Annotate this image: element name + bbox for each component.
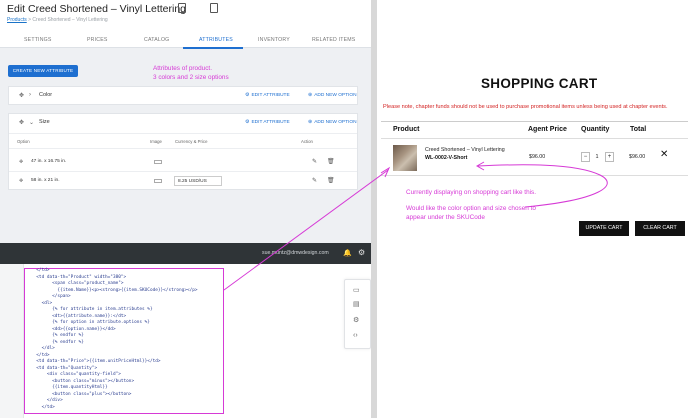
admin-panel: Edit Creed Shortened – Vinyl Lettering P… <box>0 0 371 243</box>
option-name: 58 in. x 21 in. <box>31 178 60 183</box>
annotation-line: Would like the color option and size cho… <box>406 205 536 212</box>
product-thumbnail[interactable] <box>393 145 417 171</box>
tab-settings[interactable]: SETTINGS <box>24 37 52 43</box>
attribute-header[interactable]: ✥ › Color ⚙ EDIT ATTRIBUTE ⊕ ADD NEW OPTIO… <box>9 87 357 104</box>
column-header-product: Product <box>393 126 420 133</box>
breadcrumb-link-products[interactable]: Products <box>7 17 27 23</box>
drag-handle-icon[interactable]: ✥ <box>19 119 24 126</box>
table-border <box>381 121 688 122</box>
chevron-right-icon[interactable]: › <box>29 92 31 98</box>
remove-item-icon[interactable]: ✕ <box>660 149 668 160</box>
edit-attribute-button[interactable]: ⚙ EDIT ATTRIBUTE <box>245 119 290 125</box>
gear-icon: ⚙ <box>245 119 250 125</box>
chevron-down-icon[interactable]: ⌄ <box>29 119 34 126</box>
table-border <box>381 138 688 139</box>
tab-related-items[interactable]: RELATED ITEMS <box>312 37 355 43</box>
cart-title: SHOPPING CART <box>481 76 598 91</box>
attribute-name: Color <box>39 92 53 98</box>
divider <box>9 133 357 134</box>
cart-annotation: Currently displaying on shopping cart li… <box>406 188 536 222</box>
edit-icon[interactable] <box>210 3 218 13</box>
annotation-line: Attributes of product. <box>153 65 212 72</box>
plus-circle-icon: ⊕ <box>308 119 313 125</box>
code-line: </td> <box>31 404 55 410</box>
breadcrumb: Products > Creed Shortened – Vinyl Lette… <box>7 17 108 23</box>
page-title: Edit Creed Shortened – Vinyl Lettering <box>7 3 187 15</box>
divider <box>9 171 357 172</box>
product-sku: WL-0002-V-Short <box>425 155 468 161</box>
agent-price: $96.00 <box>529 154 546 160</box>
trash-icon[interactable]: 🗑 <box>327 158 335 165</box>
line-total: $96.00 <box>629 154 646 160</box>
pencil-icon[interactable]: ✎ <box>312 158 317 165</box>
trash-icon[interactable]: 🗑 <box>327 177 335 184</box>
code-block[interactable]: </td> <td data-th="Product" width="380">… <box>31 268 226 411</box>
floating-toolbar: ▭ ▤ ⚙ ‹› <box>344 279 371 349</box>
image-placeholder-icon[interactable] <box>154 160 162 164</box>
tab-prices[interactable]: PRICES <box>87 37 108 43</box>
create-attribute-button[interactable]: CREATE NEW ATTRIBUTE <box>8 65 78 77</box>
duplicate-icon[interactable] <box>178 3 186 13</box>
cart-warning: Please note, chapter funds should not be… <box>383 104 668 110</box>
clear-cart-button[interactable]: CLEAR CART <box>635 221 685 236</box>
column-header-image: Image <box>150 139 162 144</box>
files-icon[interactable]: ▤ <box>353 300 360 308</box>
plus-circle-icon: ⊕ <box>308 92 313 98</box>
column-header-total: Total <box>630 126 647 133</box>
drag-handle-icon[interactable]: ✥ <box>19 92 24 99</box>
gear-icon[interactable]: ⚙ <box>358 248 365 257</box>
column-header-option: Option <box>17 139 30 144</box>
divider <box>9 148 357 149</box>
add-option-button[interactable]: ⊕ ADD NEW OPTION <box>308 119 357 125</box>
attributes-annotation: Attributes of product. 3 colors and 2 si… <box>153 64 229 82</box>
attribute-header[interactable]: ✥ ⌄ Size ⚙ EDIT ATTRIBUTE ⊕ ADD NEW OPTION <box>9 114 357 131</box>
quantity-value[interactable]: 1 <box>593 154 601 160</box>
tab-inventory[interactable]: INVENTORY <box>258 37 290 43</box>
pencil-icon[interactable]: ✎ <box>312 177 317 184</box>
product-name[interactable]: Creed Shortened – Vinyl Lettering <box>425 147 505 153</box>
line-gutter <box>0 264 24 418</box>
add-option-button[interactable]: ⊕ ADD NEW OPTION <box>308 92 357 98</box>
editor-top-bar: sue.muntz@dmwdesign.com 🔔 ⚙ <box>0 243 371 264</box>
gear-icon: ⚙ <box>245 92 250 98</box>
code-icon[interactable]: ‹› <box>353 332 358 339</box>
table-border <box>381 175 688 176</box>
column-header-price: Currency & Price <box>175 139 208 144</box>
edit-attribute-button[interactable]: ⚙ EDIT ATTRIBUTE <box>245 92 290 98</box>
drag-handle-icon[interactable]: ✥ <box>19 178 23 184</box>
column-header-agent-price: Agent Price <box>528 126 567 133</box>
annotation-line: appear under the SKUCode <box>406 214 485 221</box>
price-input[interactable]: 8.25 USD/US <box>174 176 222 186</box>
quantity-increment-button[interactable]: + <box>605 152 614 162</box>
update-cart-button[interactable]: UPDATE CART <box>579 221 629 236</box>
code-editor: sue.muntz@dmwdesign.com 🔔 ⚙ </td> <td da… <box>0 243 371 418</box>
attribute-card-size: ✥ ⌄ Size ⚙ EDIT ATTRIBUTE ⊕ ADD NEW OPTION… <box>8 113 358 190</box>
image-placeholder-icon[interactable] <box>154 179 162 183</box>
user-email: sue.muntz@dmwdesign.com <box>262 250 329 256</box>
column-header-quantity: Quantity <box>581 126 610 133</box>
quantity-decrement-button[interactable]: − <box>581 152 590 162</box>
attribute-card-color: ✥ › Color ⚙ EDIT ATTRIBUTE ⊕ ADD NEW OPTIO… <box>8 86 358 105</box>
annotation-spacer <box>406 197 536 204</box>
annotation-line: 3 colors and 2 size options <box>153 74 229 81</box>
gear-icon[interactable]: ⚙ <box>353 316 359 324</box>
option-row: ✥ 47 in. x 16.75 in. ✎ 🗑 <box>9 154 357 170</box>
breadcrumb-current: > Creed Shortened – Vinyl Lettering <box>26 17 108 23</box>
option-name: 47 in. x 16.75 in. <box>31 159 67 164</box>
bell-icon[interactable]: 🔔 <box>343 249 352 257</box>
drag-handle-icon[interactable]: ✥ <box>19 159 23 165</box>
annotation-line: Currently displaying on shopping cart li… <box>406 189 537 196</box>
shopping-cart-page: SHOPPING CART Please note, chapter funds… <box>377 55 690 418</box>
folder-icon[interactable]: ▭ <box>353 286 360 294</box>
option-row: ✥ 58 in. x 21 in. 8.25 USD/US ✎ 🗑 <box>9 173 357 189</box>
tab-bar: SETTINGS PRICES CATALOG ATTRIBUTES INVEN… <box>0 34 371 48</box>
attribute-name: Size <box>39 119 50 125</box>
active-tab-indicator <box>183 47 243 49</box>
tab-attributes[interactable]: ATTRIBUTES <box>199 37 233 43</box>
column-header-action: Action <box>301 139 313 144</box>
tab-catalog[interactable]: CATALOG <box>144 37 169 43</box>
